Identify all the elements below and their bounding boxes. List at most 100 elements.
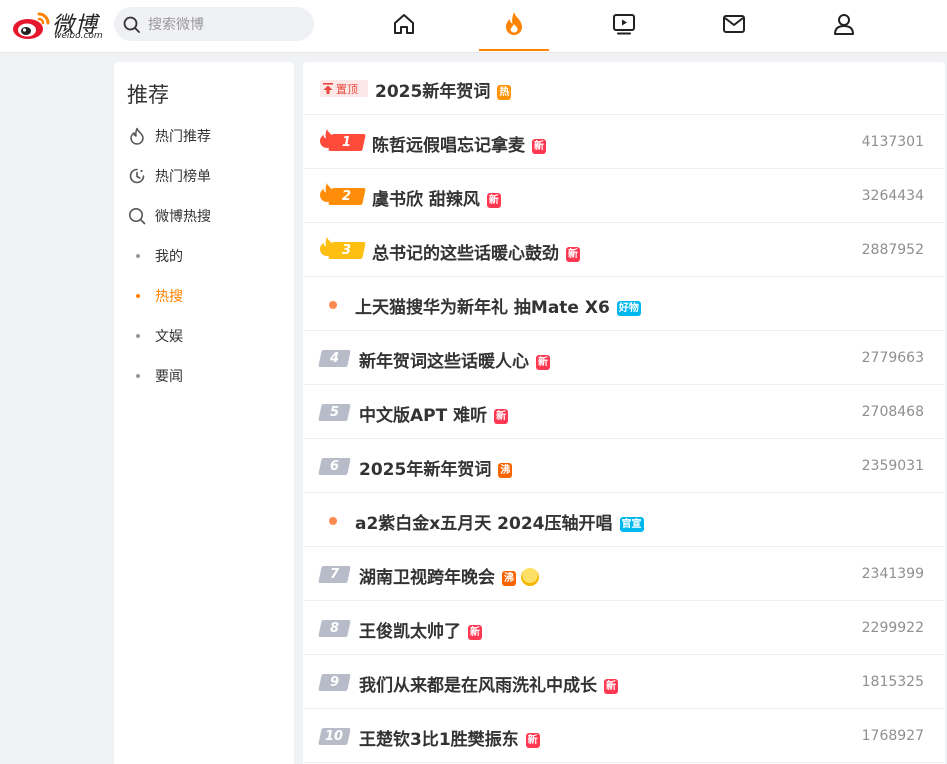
hot-row-5[interactable]: 5 中文版APT 难听新 2708468 [303, 386, 945, 439]
hot-count: 2887952 [861, 242, 924, 258]
rank-number: 7 [329, 567, 340, 582]
home-icon [394, 14, 414, 34]
hot-title-text: 陈哲远假唱忘记拿麦 [372, 136, 525, 156]
hot-title-text: 上天猫搜华为新年礼 抽Mate X6 [355, 298, 610, 318]
search-icon [128, 205, 150, 227]
promoted-row-1[interactable]: 上天猫搜华为新年礼 抽Mate X6 好物 [303, 278, 945, 331]
sidebar-title: 推荐 [127, 83, 169, 107]
rank-number: 9 [329, 675, 340, 690]
sidebar-subitem-news[interactable]: 要闻 [136, 364, 286, 388]
weibo-logo[interactable]: 微博 weibo.com [10, 4, 103, 44]
hot-title: 中文版APT 难听新 [359, 401, 509, 426]
rank-number: 2 [342, 189, 352, 204]
hot-search-list: 置顶 2025新年贺词热 1 陈哲远假唱忘记拿麦新 4137301 2 虞书欣 … [303, 62, 945, 764]
promoted-dot [329, 517, 337, 525]
sidebar-subitem-label: 要闻 [155, 369, 183, 385]
search-input[interactable] [146, 14, 300, 36]
hot-row-1[interactable]: 1 陈哲远假唱忘记拿麦新 4137301 [303, 116, 945, 169]
hot-row-2[interactable]: 2 虞书欣 甜辣风新 3264434 [303, 170, 945, 223]
hot-row-3[interactable]: 3 总书记的这些话暖心鼓劲新 2887952 [303, 224, 945, 277]
hot-title: 王楚钦3比1胜樊振东新 [359, 725, 540, 750]
sidebar-item-label: 热门榜单 [155, 169, 211, 185]
hot-row-10[interactable]: 10 王楚钦3比1胜樊振东新 1768927 [303, 710, 945, 763]
bullet-dot [136, 374, 140, 378]
official-badge: 官宣 [619, 517, 644, 532]
nav-video[interactable] [606, 8, 642, 40]
video-icon [613, 14, 635, 35]
clock-icon [128, 165, 150, 187]
search-box[interactable] [114, 7, 314, 41]
user-icon [834, 14, 854, 35]
sidebar-item-label: 热门推荐 [155, 129, 211, 145]
sidebar-subitem-label: 文娱 [155, 329, 183, 345]
active-nav-indicator [479, 49, 549, 51]
sidebar-subitem-entertainment[interactable]: 文娱 [136, 324, 286, 348]
hot-title: 我们从来都是在风雨洗礼中成长新 [359, 671, 618, 696]
promoted-row-2[interactable]: a2紫白金x五月天 2024压轴开唱 官宣 [303, 494, 945, 547]
hot-count: 2359031 [861, 458, 924, 474]
rank-number: 8 [329, 621, 340, 636]
rank-chip: 8 [318, 620, 351, 637]
nav-hot[interactable] [496, 8, 532, 40]
hot-title: 新年贺词这些话暖人心新 [359, 347, 550, 372]
new-badge: 新 [536, 355, 550, 370]
hot-title: 上天猫搜华为新年礼 抽Mate X6 好物 [355, 293, 641, 318]
new-badge: 新 [532, 139, 546, 154]
hot-title-text: 湖南卫视跨年晚会 [359, 568, 495, 588]
rank-chip: 9 [318, 674, 351, 691]
rank-chip: 2 [328, 188, 366, 205]
flame-icon [506, 12, 522, 35]
rank-chip: 4 [318, 350, 351, 367]
hot-count: 1815325 [861, 674, 924, 690]
hot-count: 2299922 [861, 620, 924, 636]
sidebar-item-hot-ranking[interactable]: 热门榜单 [128, 164, 288, 188]
new-badge: 新 [604, 679, 618, 694]
hot-title: a2紫白金x五月天 2024压轴开唱 官宣 [355, 509, 644, 534]
hot-row-9[interactable]: 9 我们从来都是在风雨洗礼中成长新 1815325 [303, 656, 945, 709]
hot-count: 3264434 [861, 188, 924, 204]
nav-home[interactable] [386, 8, 422, 40]
nav-profile[interactable] [826, 8, 862, 40]
hot-title-text: 2025新年贺词 [375, 82, 491, 102]
hot-row-8[interactable]: 8 王俊凯太帅了新 2299922 [303, 602, 945, 655]
pinned-tag: 置顶 [320, 80, 368, 97]
pin-arrow-icon [323, 83, 333, 94]
bullet-dot [136, 254, 140, 258]
hot-title: 虞书欣 甜辣风新 [372, 185, 501, 210]
new-badge: 新 [468, 625, 482, 640]
hot-title: 陈哲远假唱忘记拿麦新 [372, 131, 546, 156]
hot-row-6[interactable]: 6 2025年新年贺词沸 2359031 [303, 440, 945, 493]
rank-chip: 1 [328, 134, 366, 151]
top-bar: 微博 weibo.com [0, 0, 947, 53]
hot-count: 4137301 [861, 134, 924, 150]
rank-number: 3 [342, 243, 352, 258]
emoji-face-icon [521, 568, 539, 586]
sidebar-subitem-hot-search[interactable]: 热搜 [136, 284, 286, 308]
rank-number: 4 [329, 351, 340, 366]
hot-count: 1768927 [861, 728, 924, 744]
hot-title-text: 中文版APT 难听 [359, 406, 488, 426]
hot-count: 2708468 [861, 404, 924, 420]
rank-chip: 7 [318, 566, 351, 583]
pinned-row[interactable]: 置顶 2025新年贺词热 [303, 62, 945, 115]
sidebar-subitem-mine[interactable]: 我的 [136, 244, 286, 268]
hot-row-4[interactable]: 4 新年贺词这些话暖人心新 2779663 [303, 332, 945, 385]
sidebar-subitem-label: 热搜 [155, 289, 183, 305]
new-badge: 新 [494, 409, 509, 424]
rank-number: 10 [325, 729, 344, 744]
promoted-dot [329, 301, 337, 309]
rank-number: 6 [329, 459, 340, 474]
flame-outline-icon [128, 125, 150, 147]
sidebar-item-hot-search[interactable]: 微博热搜 [128, 204, 288, 228]
hot-title: 王俊凯太帅了新 [359, 617, 482, 642]
hot-title-text: 我们从来都是在风雨洗礼中成长 [359, 676, 597, 696]
hot-count: 2341399 [861, 566, 924, 582]
hot-row-7[interactable]: 7 湖南卫视跨年晚会沸 2341399 [303, 548, 945, 601]
nav-messages[interactable] [716, 8, 752, 40]
sidebar-item-hot-recommend[interactable]: 热门推荐 [128, 124, 288, 148]
sidebar: 推荐 热门推荐 热门榜单 微博热搜 我的 热搜 文娱 要闻 [114, 62, 294, 764]
hot-title-text: 总书记的这些话暖心鼓劲 [372, 244, 559, 264]
rank-chip: 5 [318, 404, 351, 421]
hot-title-text: 新年贺词这些话暖人心 [359, 352, 529, 372]
good-item-badge: 好物 [616, 301, 641, 316]
